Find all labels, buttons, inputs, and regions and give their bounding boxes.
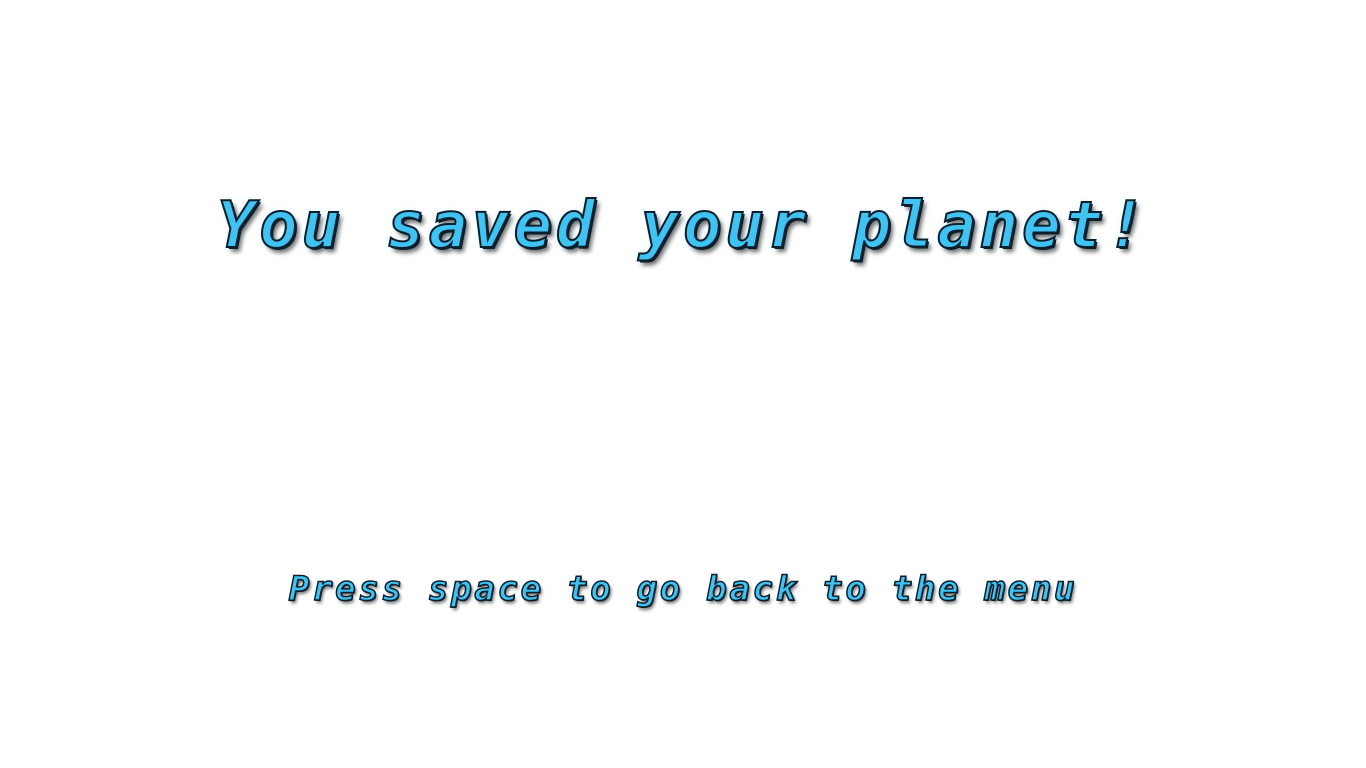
victory-title: You saved your planet!: [216, 188, 1150, 264]
return-to-menu-prompt: Press space to go back to the menu: [288, 568, 1078, 610]
victory-screen: You saved your planet! Press space to go…: [0, 0, 1366, 768]
